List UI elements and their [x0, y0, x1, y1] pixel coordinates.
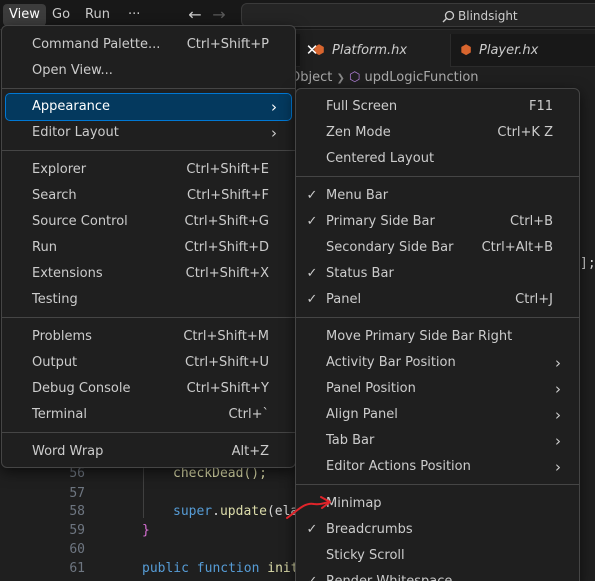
menu-separator: [2, 88, 295, 89]
menu-separator: [2, 150, 295, 151]
menu-separator: [296, 176, 579, 177]
menu-item-source-control[interactable]: Source Control Ctrl+Shift+G: [6, 209, 291, 235]
annotation-arrow-icon: [286, 496, 331, 519]
menu-item-render-whitespace[interactable]: ✓Render Whitespace: [300, 569, 575, 581]
menu-item-problems[interactable]: Problems Ctrl+Shift+M: [6, 324, 291, 350]
menu-item-testing[interactable]: Testing: [6, 287, 291, 313]
menu-item-minimap[interactable]: Minimap: [300, 491, 575, 517]
view-menu: Command Palette... Ctrl+Shift+P Open View…: [1, 25, 296, 468]
forward-arrow-icon[interactable]: →: [208, 4, 230, 26]
chevron-right-icon: ›: [555, 380, 561, 398]
menu-view[interactable]: View: [3, 4, 46, 26]
menu-item-command-palette[interactable]: Command Palette... Ctrl+Shift+P: [6, 32, 291, 58]
breadcrumb-item[interactable]: updLogicFunction: [365, 70, 479, 85]
command-center-search[interactable]: Blindsight: [241, 3, 595, 27]
menu-run[interactable]: Run: [79, 4, 116, 26]
editor-tabs: ⬢ Platform.hx ⬢ Player.hx: [290, 34, 595, 67]
menu-item-secondary-side-bar[interactable]: Secondary Side Bar Ctrl+Alt+B: [300, 235, 575, 261]
menu-item-panel-position[interactable]: Panel Position ›: [300, 376, 575, 402]
menu-item-word-wrap[interactable]: Word Wrap Alt+Z: [6, 439, 291, 465]
back-arrow-icon[interactable]: ←: [184, 4, 206, 26]
search-text: Blindsight: [458, 9, 518, 23]
line-number: 60: [69, 542, 85, 557]
menu-separator: [2, 432, 295, 433]
menu-item-full-screen[interactable]: Full Screen F11: [300, 94, 575, 120]
menu-item-explorer[interactable]: Explorer Ctrl+Shift+E: [6, 157, 291, 183]
menu-item-panel[interactable]: ✓ Panel Ctrl+J: [300, 287, 575, 313]
menu-separator: [296, 317, 579, 318]
appearance-submenu: Full Screen F11 Zen Mode Ctrl+K Z Centered…: [295, 88, 580, 581]
line-number: 59: [69, 523, 85, 538]
breadcrumb: Object ❯ ⬡ updLogicFunction: [290, 68, 479, 88]
menu-item-primary-side-bar[interactable]: ✓ Primary Side Bar Ctrl+B: [300, 209, 575, 235]
menu-item-move-primary-side-bar-right[interactable]: Move Primary Side Bar Right: [300, 324, 575, 350]
checkmark-icon: ✓: [305, 569, 319, 581]
line-number: 56: [69, 466, 85, 481]
menu-item-editor-actions-position[interactable]: Editor Actions Position ›: [300, 454, 575, 480]
menu-item-appearance[interactable]: Appearance ›: [5, 93, 292, 121]
menu-item-editor-layout[interactable]: Editor Layout ›: [6, 120, 291, 146]
checkmark-icon: ✓: [306, 214, 318, 229]
code-line: }: [142, 523, 150, 538]
line-number: 61: [69, 561, 85, 576]
menu-item-breadcrumbs[interactable]: ✓ Breadcrumbs: [300, 517, 575, 543]
line-number: 57: [69, 486, 85, 501]
menu-item-status-bar[interactable]: ✓ Status Bar: [300, 261, 575, 287]
tab-player[interactable]: ⬢ Player.hx: [450, 34, 565, 67]
menu-go[interactable]: Go: [46, 4, 76, 26]
method-icon: ⬡: [349, 70, 361, 85]
indent-guide: [143, 466, 144, 518]
menu-item-run[interactable]: Run Ctrl+Shift+D: [6, 235, 291, 261]
code-line: super.update(ela: [173, 504, 299, 519]
checkmark-icon: ✓: [306, 266, 318, 281]
code-line: public function init: [142, 561, 299, 576]
haxe-file-icon: ⬢: [460, 43, 472, 58]
menu-item-align-panel[interactable]: Align Panel ›: [300, 402, 575, 428]
menu-item-sticky-scroll[interactable]: Sticky Scroll: [300, 543, 575, 569]
chevron-right-icon: ›: [555, 354, 561, 372]
menu-item-zen-mode[interactable]: Zen Mode Ctrl+K Z: [300, 120, 575, 146]
chevron-right-icon: ›: [555, 432, 561, 450]
close-tab-icon[interactable]: ✕: [300, 34, 324, 67]
code-fragment: ];: [580, 256, 595, 271]
line-number: 58: [69, 504, 85, 519]
chevron-right-icon: ›: [555, 458, 561, 476]
menu-item-centered-layout[interactable]: Centered Layout: [300, 146, 575, 172]
menu-item-search[interactable]: Search Ctrl+Shift+F: [6, 183, 291, 209]
menu-more-button[interactable]: ···: [122, 4, 146, 26]
checkmark-icon: ✓: [306, 188, 318, 203]
menu-separator: [2, 317, 295, 318]
menu-item-menu-bar[interactable]: ✓ Menu Bar: [300, 183, 575, 209]
menu-item-open-view[interactable]: Open View...: [6, 58, 291, 84]
chevron-right-icon: ›: [271, 98, 277, 116]
search-icon: [442, 10, 455, 23]
menu-item-terminal[interactable]: Terminal Ctrl+`: [6, 402, 291, 428]
menu-item-debug-console[interactable]: Debug Console Ctrl+Shift+Y: [6, 376, 291, 402]
menu-item-activity-bar-position[interactable]: Activity Bar Position ›: [300, 350, 575, 376]
chevron-right-icon: ›: [555, 406, 561, 424]
menu-item-output[interactable]: Output Ctrl+Shift+U: [6, 350, 291, 376]
tab-label: Player.hx: [479, 43, 539, 58]
menu-separator: [296, 484, 579, 485]
menu-item-tab-bar[interactable]: Tab Bar ›: [300, 428, 575, 454]
breadcrumb-item[interactable]: Object: [290, 70, 332, 85]
code-line: checkDead();: [173, 466, 267, 481]
menu-item-extensions[interactable]: Extensions Ctrl+Shift+X: [6, 261, 291, 287]
chevron-right-icon: ❯: [336, 73, 345, 84]
chevron-right-icon: ›: [271, 124, 277, 142]
checkmark-icon: ✓: [306, 292, 318, 307]
tab-label: Platform.hx: [332, 43, 408, 58]
